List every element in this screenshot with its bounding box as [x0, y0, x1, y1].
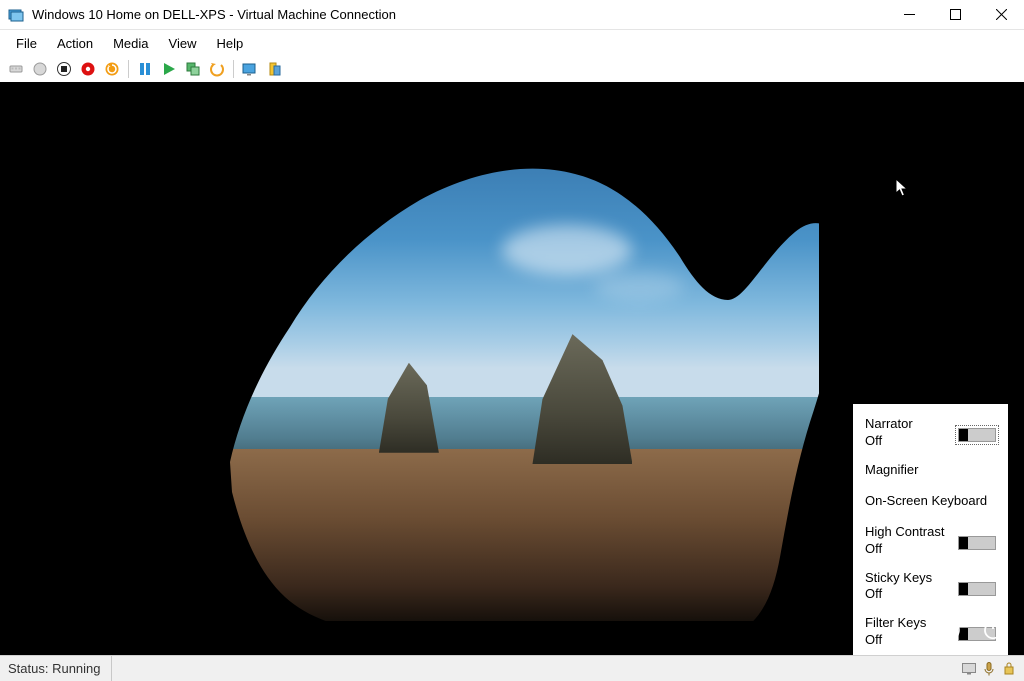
microphone-icon[interactable] — [982, 662, 996, 676]
vm-display[interactable]: Narrator Off Magnifier On-Screen Keyboar… — [0, 82, 1024, 655]
shutdown-icon[interactable] — [78, 59, 98, 79]
ease-of-access-icon[interactable] — [936, 617, 962, 643]
start-icon[interactable] — [159, 59, 179, 79]
menu-media[interactable]: Media — [103, 32, 158, 55]
close-button[interactable] — [978, 0, 1024, 30]
display-config-icon[interactable] — [962, 662, 976, 676]
enhanced-session-icon[interactable] — [240, 59, 260, 79]
ease-label: On-Screen Keyboard — [865, 493, 996, 510]
toolbar-separator — [233, 60, 234, 78]
ctrl-alt-del-icon[interactable] — [6, 59, 26, 79]
window-title: Windows 10 Home on DELL-XPS - Virtual Ma… — [32, 7, 886, 22]
ease-row-osk[interactable]: On-Screen Keyboard — [865, 493, 996, 510]
ease-row-sticky-keys[interactable]: Sticky Keys Off — [865, 570, 996, 602]
power-icon[interactable] — [980, 617, 1006, 643]
toolbar-separator — [128, 60, 129, 78]
share-icon[interactable] — [264, 59, 284, 79]
statusbar: Status: Running — [0, 655, 1024, 681]
menubar: File Action Media View Help — [0, 30, 1024, 56]
ease-label: Magnifier — [865, 462, 996, 479]
mouse-cursor-icon — [895, 178, 909, 198]
ease-row-high-contrast[interactable]: High Contrast Off — [865, 524, 996, 556]
toggle-switch[interactable] — [958, 536, 996, 550]
app-icon — [8, 7, 24, 23]
ease-row-narrator[interactable]: Narrator Off — [865, 416, 996, 448]
menu-action[interactable]: Action — [47, 32, 103, 55]
toggle-switch[interactable] — [958, 582, 996, 596]
toolbar — [0, 56, 1024, 82]
power-icon[interactable] — [30, 59, 50, 79]
status-text: Status: Running — [8, 656, 112, 681]
toggle-switch[interactable] — [958, 428, 996, 442]
stop-icon[interactable] — [54, 59, 74, 79]
checkpoint-icon[interactable] — [183, 59, 203, 79]
maximize-button[interactable] — [932, 0, 978, 30]
reset-icon[interactable] — [102, 59, 122, 79]
revert-icon[interactable] — [207, 59, 227, 79]
titlebar: Windows 10 Home on DELL-XPS - Virtual Ma… — [0, 0, 1024, 30]
menu-file[interactable]: File — [6, 32, 47, 55]
ease-row-magnifier[interactable]: Magnifier — [865, 462, 996, 479]
lock-icon[interactable] — [1002, 662, 1016, 676]
menu-view[interactable]: View — [159, 32, 207, 55]
menu-help[interactable]: Help — [206, 32, 253, 55]
minimize-button[interactable] — [886, 0, 932, 30]
pause-icon[interactable] — [135, 59, 155, 79]
